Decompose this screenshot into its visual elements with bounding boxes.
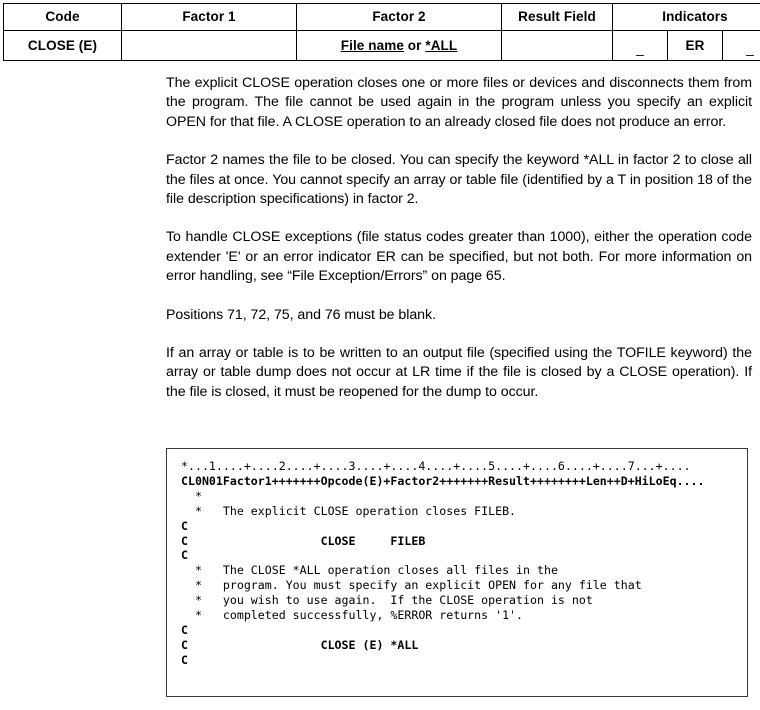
paragraph-overview: The explicit CLOSE operation closes one … [166, 75, 752, 130]
column-header-code: Code [3, 3, 122, 31]
description-body: The explicit CLOSE operation closes one … [166, 74, 752, 402]
paragraph-array-table: If an array or table is to be written to… [166, 345, 752, 400]
code-example-inner: *...1....+....2....+....3....+....4....+… [167, 449, 747, 668]
column-header-factor-1: Factor 1 [121, 3, 297, 31]
factor-2-separator: or [403, 38, 426, 53]
factor-2-file-name-link: File name [340, 38, 404, 53]
cell-code: CLOSE (E) [3, 30, 122, 61]
indicator-3-value: _ [746, 41, 754, 56]
paragraph-factor-2: Factor 2 names the file to be closed. Yo… [166, 152, 752, 208]
cell-indicator-3: _ [722, 30, 760, 61]
cell-result-field [501, 30, 613, 61]
operation-summary-table: Code Factor 1 Factor 2 Result Field Indi… [3, 3, 760, 61]
cell-factor-1 [121, 30, 297, 61]
cell-indicator-2: ER [667, 30, 723, 61]
cell-indicator-1: _ [612, 30, 668, 61]
code-example-text: *...1....+....2....+....3....+....4....+… [181, 459, 705, 667]
indicator-1-value: _ [636, 41, 644, 56]
column-header-result-field: Result Field [501, 3, 613, 31]
table-header-row: Code Factor 1 Factor 2 Result Field Indi… [3, 3, 760, 31]
cell-factor-2: File name or *ALL [296, 30, 502, 61]
factor-2-all-link: *ALL [425, 38, 458, 53]
column-header-indicators: Indicators [612, 3, 760, 31]
paragraph-positions: Positions 71, 72, 75, and 76 must be bla… [166, 306, 436, 323]
column-header-factor-2: Factor 2 [296, 3, 502, 31]
table-row: CLOSE (E) File name or *ALL _ ER _ [3, 30, 760, 61]
code-example-box: *...1....+....2....+....3....+....4....+… [166, 448, 748, 697]
document-page: Code Factor 1 Factor 2 Result Field Indi… [0, 0, 760, 710]
paragraph-exceptions: To handle CLOSE exceptions (file status … [166, 229, 752, 285]
